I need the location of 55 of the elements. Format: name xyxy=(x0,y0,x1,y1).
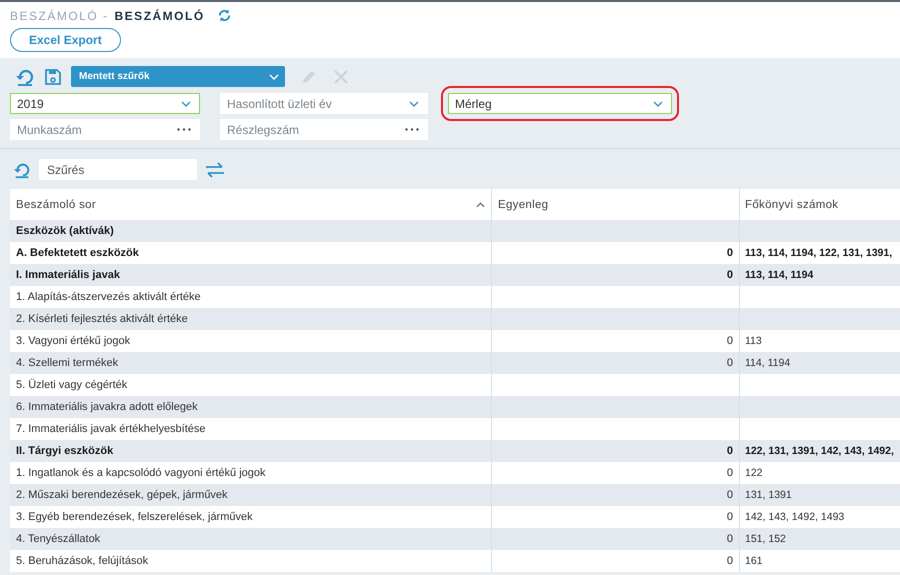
reset-icon[interactable] xyxy=(13,160,31,178)
more-icon[interactable] xyxy=(177,128,191,131)
table-cell: 1. Alapítás-átszervezés aktivált értéke xyxy=(16,291,201,303)
table-cell: 0 xyxy=(726,511,733,523)
table-cell: 122, 131, 1391, 142, 143, 1492, xyxy=(745,445,894,457)
table-cell: 6. Immateriális javakra adott előlegek xyxy=(16,401,198,413)
more-icon[interactable] xyxy=(405,128,419,131)
table-cell: 122 xyxy=(745,467,763,479)
table-cell: 0 xyxy=(726,467,733,479)
table-cell: 0 xyxy=(726,335,733,347)
table-cell: 5. Üzleti vagy cégérték xyxy=(16,379,128,391)
select-field[interactable]: 2019 xyxy=(10,93,200,114)
table-cell: A. Befektetett eszközök xyxy=(16,247,139,259)
table-cell: 113, 114, 1194, 122, 131, 1391, xyxy=(745,247,892,259)
table-cell: I. Immateriális javak xyxy=(16,269,120,281)
filter-field[interactable]: Szűrés xyxy=(39,159,197,180)
table-cell: 4. Tenyészállatok xyxy=(16,533,100,545)
table-cell: 0 xyxy=(726,533,733,545)
table-cell: 0 xyxy=(726,445,733,457)
table-cell: 0 xyxy=(726,357,733,369)
table-cell: 114, 1194 xyxy=(745,357,790,369)
breadcrumb: BESZÁMOLÓ - xyxy=(10,8,109,22)
table-cell: 2. Kísérleti fejlesztés aktivált értéke xyxy=(16,313,188,325)
chevron-down-icon xyxy=(653,100,663,106)
table-cell: Eszközök (aktívák) xyxy=(16,225,114,237)
lookup-field[interactable]: Részlegszám xyxy=(220,119,428,140)
table-cell: 1. Ingatlanok és a kapcsolódó vagyoni értékű jogok xyxy=(16,467,266,479)
table-cell: 113 xyxy=(745,335,762,347)
lookup-field[interactable]: Munkaszám xyxy=(10,119,200,140)
table-cell: 161 xyxy=(745,555,763,567)
select-field[interactable]: Mérleg xyxy=(448,93,672,114)
sort-ascending-icon xyxy=(476,202,485,208)
table-cell: 3. Egyéb berendezések, felszerelések, járművek xyxy=(16,511,253,523)
table-cell: 7. Immateriális javak értékhelyesbítése xyxy=(16,423,206,435)
chevron-down-icon xyxy=(409,100,419,106)
table-cell: 131, 1391 xyxy=(745,489,792,501)
table-cell: 151, 152 xyxy=(745,533,786,545)
table-cell: 0 xyxy=(726,555,733,567)
save-icon[interactable] xyxy=(44,68,62,86)
table-cell: 4. Szellemi termékek xyxy=(16,357,118,369)
table-cell: 0 xyxy=(726,247,733,259)
swap-icon[interactable] xyxy=(205,162,225,178)
refresh-icon[interactable] xyxy=(216,8,232,23)
table-cell: 2. Műszaki berendezések, gépek, járművek xyxy=(16,489,228,501)
table-cell: 5. Beruházások, felújítások xyxy=(16,555,148,567)
chevron-down-icon xyxy=(269,74,279,80)
table-cell: 3. Vagyoni értékű jogok xyxy=(16,335,130,347)
table-cell: 0 xyxy=(726,269,733,281)
table-cell: II. Tárgyi eszközök xyxy=(16,445,114,457)
table-cell: 113, 114, 1194 xyxy=(745,269,814,281)
table-cell: 142, 143, 1492, 1493 xyxy=(745,511,844,523)
table-cell: 0 xyxy=(726,489,733,501)
select-field[interactable]: Hasonlított üzleti év xyxy=(220,93,428,114)
chevron-down-icon xyxy=(181,100,191,106)
page-title: BESZÁMOLÓ xyxy=(114,8,205,22)
